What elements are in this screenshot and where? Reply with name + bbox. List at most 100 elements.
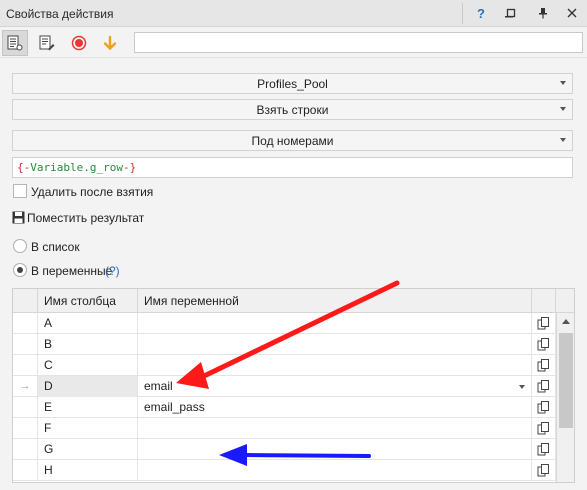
table-row[interactable]: C <box>13 355 556 376</box>
svg-text:?: ? <box>477 6 485 20</box>
mode-select[interactable]: Под номерами <box>12 130 573 151</box>
variable-name-text: email_pass <box>144 400 205 414</box>
pin-button[interactable] <box>532 2 554 24</box>
copy-icon <box>537 443 549 456</box>
window-title: Свойства действия <box>6 7 114 21</box>
copy-button[interactable] <box>532 313 556 334</box>
row-indicator <box>13 460 38 481</box>
edit-tab-button[interactable] <box>34 30 60 56</box>
copy-button[interactable] <box>532 460 556 481</box>
record-button[interactable] <box>66 30 92 56</box>
column-name-cell[interactable]: H <box>38 460 138 481</box>
copy-icon <box>537 380 549 393</box>
maximize-icon <box>506 8 516 18</box>
question-icon: ? <box>477 6 485 20</box>
var-close-brace: -} <box>122 161 137 174</box>
variable-name-cell[interactable]: email_pass <box>138 397 532 418</box>
save-result-label: Поместить результат <box>27 211 145 225</box>
variable-name-cell[interactable] <box>138 439 532 460</box>
variable-name-cell[interactable]: email <box>138 376 532 397</box>
column-name-cell[interactable]: G <box>38 439 138 460</box>
column-name-cell[interactable]: B <box>38 334 138 355</box>
close-button[interactable] <box>561 2 583 24</box>
header-copy <box>532 289 556 313</box>
scroll-thumb[interactable] <box>559 333 573 428</box>
table-row[interactable]: F <box>13 418 556 439</box>
copy-button[interactable] <box>532 439 556 460</box>
variable-name-cell[interactable] <box>138 418 532 439</box>
copy-button[interactable] <box>532 397 556 418</box>
help-button[interactable]: ? <box>470 2 492 24</box>
copy-button[interactable] <box>532 355 556 376</box>
table-row[interactable]: G <box>13 439 556 460</box>
variable-name-cell[interactable] <box>138 334 532 355</box>
edit-icon <box>39 35 55 51</box>
action-select[interactable]: Взять строки <box>12 99 573 120</box>
maximize-button[interactable] <box>500 2 522 24</box>
toolbar <box>0 28 587 58</box>
variable-name-cell[interactable] <box>138 460 532 481</box>
table-row[interactable]: B <box>13 334 556 355</box>
title-separator <box>462 3 463 24</box>
column-name-cell[interactable]: E <box>38 397 138 418</box>
column-header-name[interactable]: Имя столбца <box>38 289 138 313</box>
copy-button[interactable] <box>532 334 556 355</box>
close-icon <box>567 8 577 18</box>
grid-scrollbar[interactable] <box>556 313 574 482</box>
table-row[interactable]: A <box>13 313 556 334</box>
table-row[interactable]: → Demail <box>13 376 556 397</box>
arrow-down-icon <box>103 35 117 51</box>
chevron-down-icon <box>560 138 566 142</box>
title-bar: Свойства действия ? <box>0 0 587 27</box>
column-name-cell[interactable]: D <box>38 376 138 397</box>
row-numbers-input[interactable]: {-Variable.g_row-} <box>12 157 573 178</box>
record-icon <box>71 35 87 51</box>
mode-select-value: Под номерами <box>251 133 334 148</box>
header-indicator <box>13 289 38 313</box>
toolbar-search-input[interactable] <box>134 32 583 53</box>
var-open-brace: {- <box>17 161 31 174</box>
row-indicator <box>13 397 38 418</box>
chevron-down-icon <box>560 107 566 111</box>
row-indicator <box>13 418 38 439</box>
column-name-cell[interactable]: C <box>38 355 138 376</box>
variable-name-cell[interactable] <box>138 313 532 334</box>
column-name-cell[interactable]: F <box>38 418 138 439</box>
row-indicator <box>13 313 38 334</box>
to-variables-label: В переменные <box>31 264 113 278</box>
copy-icon <box>537 422 549 435</box>
table-select[interactable]: Profiles_Pool <box>12 73 573 94</box>
variable-name-text: email <box>144 379 173 393</box>
row-indicator: → <box>13 376 38 397</box>
scroll-up-icon[interactable] <box>562 319 570 324</box>
to-list-label: В список <box>31 240 80 254</box>
action-select-value: Взять строки <box>256 102 329 117</box>
help-link[interactable]: (?) <box>105 264 120 278</box>
row-indicator <box>13 355 38 376</box>
table-row[interactable]: H <box>13 460 556 481</box>
save-icon <box>12 211 25 224</box>
copy-icon <box>537 317 549 330</box>
table-select-value: Profiles_Pool <box>257 76 328 91</box>
copy-button[interactable] <box>532 418 556 439</box>
copy-icon <box>537 338 549 351</box>
copy-icon <box>537 359 549 372</box>
delete-after-checkbox[interactable] <box>13 184 27 198</box>
column-name-cell[interactable]: A <box>38 313 138 334</box>
copy-icon <box>537 401 549 414</box>
table-row[interactable]: Eemail_pass <box>13 397 556 418</box>
var-name: Variable.g_row <box>30 161 123 174</box>
to-list-radio[interactable] <box>13 239 27 253</box>
to-variables-radio[interactable] <box>13 263 27 277</box>
grid-header: Имя столбца Имя переменной <box>13 289 574 313</box>
column-header-variable[interactable]: Имя переменной <box>138 289 532 313</box>
variable-name-cell[interactable] <box>138 355 532 376</box>
chevron-down-icon[interactable] <box>519 385 525 389</box>
copy-button[interactable] <box>532 376 556 397</box>
mapping-grid: Имя столбца Имя переменной A B C → Demail Eem… <box>12 288 575 483</box>
run-down-button[interactable] <box>97 30 123 56</box>
delete-after-label: Удалить после взятия <box>31 185 154 199</box>
properties-tab-button[interactable] <box>2 30 28 56</box>
pin-icon <box>539 8 547 19</box>
row-indicator <box>13 439 38 460</box>
